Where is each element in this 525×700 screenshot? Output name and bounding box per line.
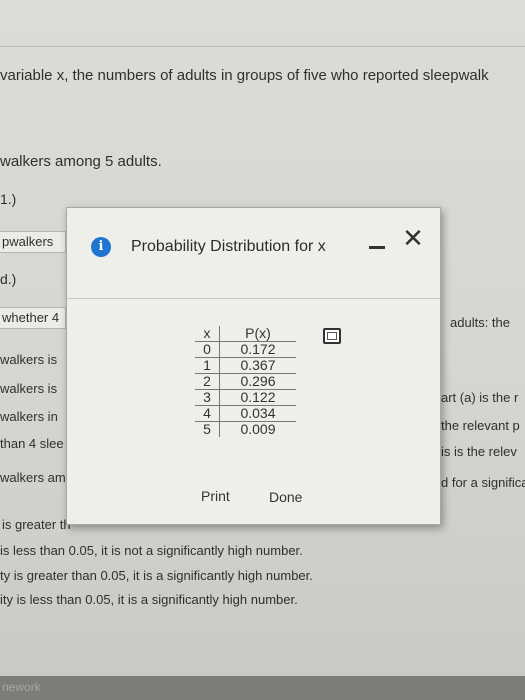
cell-px: 0.034 (219, 405, 296, 422)
cell-x: 1 (195, 357, 220, 374)
cell-px: 0.009 (219, 421, 296, 437)
option-walkers-is-1[interactable]: walkers is (0, 352, 57, 367)
minimize-icon (369, 246, 385, 249)
table-row: 1 0.367 (195, 357, 296, 374)
option-1[interactable]: is less than 0.05, it is not a significa… (0, 543, 303, 558)
question-subtext: walkers among 5 adults. (0, 153, 162, 170)
cell-x: 0 (195, 341, 220, 358)
option-is-greater[interactable]: is greater th (2, 517, 71, 532)
option-3[interactable]: ity is less than 0.05, it is a significa… (0, 592, 298, 607)
info-icon: i (91, 237, 111, 257)
table-row: 5 0.009 (195, 421, 296, 437)
done-button[interactable]: Done (269, 489, 302, 505)
dialog-title: Probability Distribution for x (131, 238, 326, 255)
page: variable x, the numbers of adults in gro… (0, 0, 525, 700)
footer-text: nework (2, 680, 41, 694)
part-d-label: d.) (0, 271, 17, 287)
right-text-for-signif: d for a significa (441, 475, 525, 490)
dialog-divider (67, 298, 440, 299)
option-than-4[interactable]: than 4 slee (0, 436, 64, 451)
divider (0, 46, 525, 47)
right-text-relevant: the relevant p (441, 418, 520, 433)
table-row: 3 0.122 (195, 389, 296, 406)
table-row: 2 0.296 (195, 373, 296, 390)
probability-distribution-dialog: i Probability Distribution for x ✕ x P(x… (66, 207, 441, 525)
walkers-among-text: walkers amo (0, 470, 73, 485)
column-header-x: x (195, 326, 220, 342)
column-header-px: P(x) (219, 326, 296, 342)
dialog-header: i Probability Distribution for x ✕ (67, 208, 440, 272)
right-text-art-a: art (a) is the r (441, 390, 519, 405)
cell-x: 4 (195, 405, 220, 422)
option-walkers-is-2[interactable]: walkers is (0, 381, 57, 396)
copy-icon[interactable] (323, 328, 341, 344)
cell-px: 0.172 (219, 341, 296, 358)
cell-x: 3 (195, 389, 220, 406)
right-text-adults: adults: the (450, 315, 510, 330)
answer-button-label: whether 4 (2, 310, 60, 325)
print-button[interactable]: Print (201, 488, 230, 504)
question-text: variable x, the numbers of adults in gro… (0, 67, 489, 84)
option-walkers-in[interactable]: walkers in (0, 409, 58, 424)
answer-button-label: pwalkers (2, 234, 54, 249)
answer-button-sleepwalkers[interactable]: pwalkers (0, 231, 66, 253)
dialog-footer: Print Done (67, 476, 440, 506)
footer-bar (0, 676, 525, 700)
cell-px: 0.296 (219, 373, 296, 390)
answer-button-whether[interactable]: whether 4 (0, 307, 66, 329)
close-button[interactable]: ✕ (401, 225, 425, 251)
probability-table: x P(x) 0 0.172 1 0.367 2 0.296 3 0.122 4 0.03… (195, 326, 296, 437)
table-row: 0 0.172 (195, 341, 296, 358)
cell-x: 5 (195, 421, 220, 437)
cell-px: 0.122 (219, 389, 296, 406)
cell-x: 2 (195, 373, 220, 390)
cell-px: 0.367 (219, 357, 296, 374)
table-row: 4 0.034 (195, 405, 296, 422)
right-text-is-relev: is is the relev (441, 444, 517, 459)
part-c-label: 1.) (0, 191, 17, 207)
table-header-row: x P(x) (195, 326, 296, 342)
option-2[interactable]: ty is greater than 0.05, it is a signifi… (0, 568, 313, 583)
minimize-button[interactable] (369, 241, 385, 251)
